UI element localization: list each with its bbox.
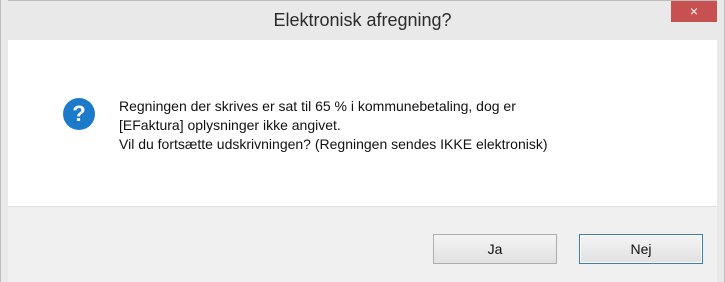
- dialog-window: Elektronisk afregning? × ? Regningen der…: [0, 0, 725, 282]
- window-frame-right: [717, 0, 725, 282]
- close-button[interactable]: ×: [671, 1, 717, 22]
- message-line-3: Vil du fortsætte udskrivningen? (Regning…: [119, 136, 548, 152]
- dialog-content: ? Regningen der skrives er sat til 65 % …: [8, 40, 717, 206]
- svg-text:?: ?: [72, 101, 85, 126]
- title-bar[interactable]: Elektronisk afregning? ×: [0, 0, 725, 40]
- no-button[interactable]: Nej: [579, 234, 703, 264]
- message-line-1: Regningen der skrives er sat til 65 % i …: [119, 98, 516, 114]
- window-frame-left: [0, 0, 8, 282]
- message-line-2: [EFaktura] oplysninger ikke angivet.: [119, 117, 341, 133]
- yes-button[interactable]: Ja: [433, 234, 557, 264]
- question-icon: ?: [63, 98, 95, 130]
- message-text: Regningen der skrives er sat til 65 % i …: [119, 97, 704, 154]
- dialog-title: Elektronisk afregning?: [273, 10, 452, 30]
- button-bar: Ja Nej: [8, 206, 717, 282]
